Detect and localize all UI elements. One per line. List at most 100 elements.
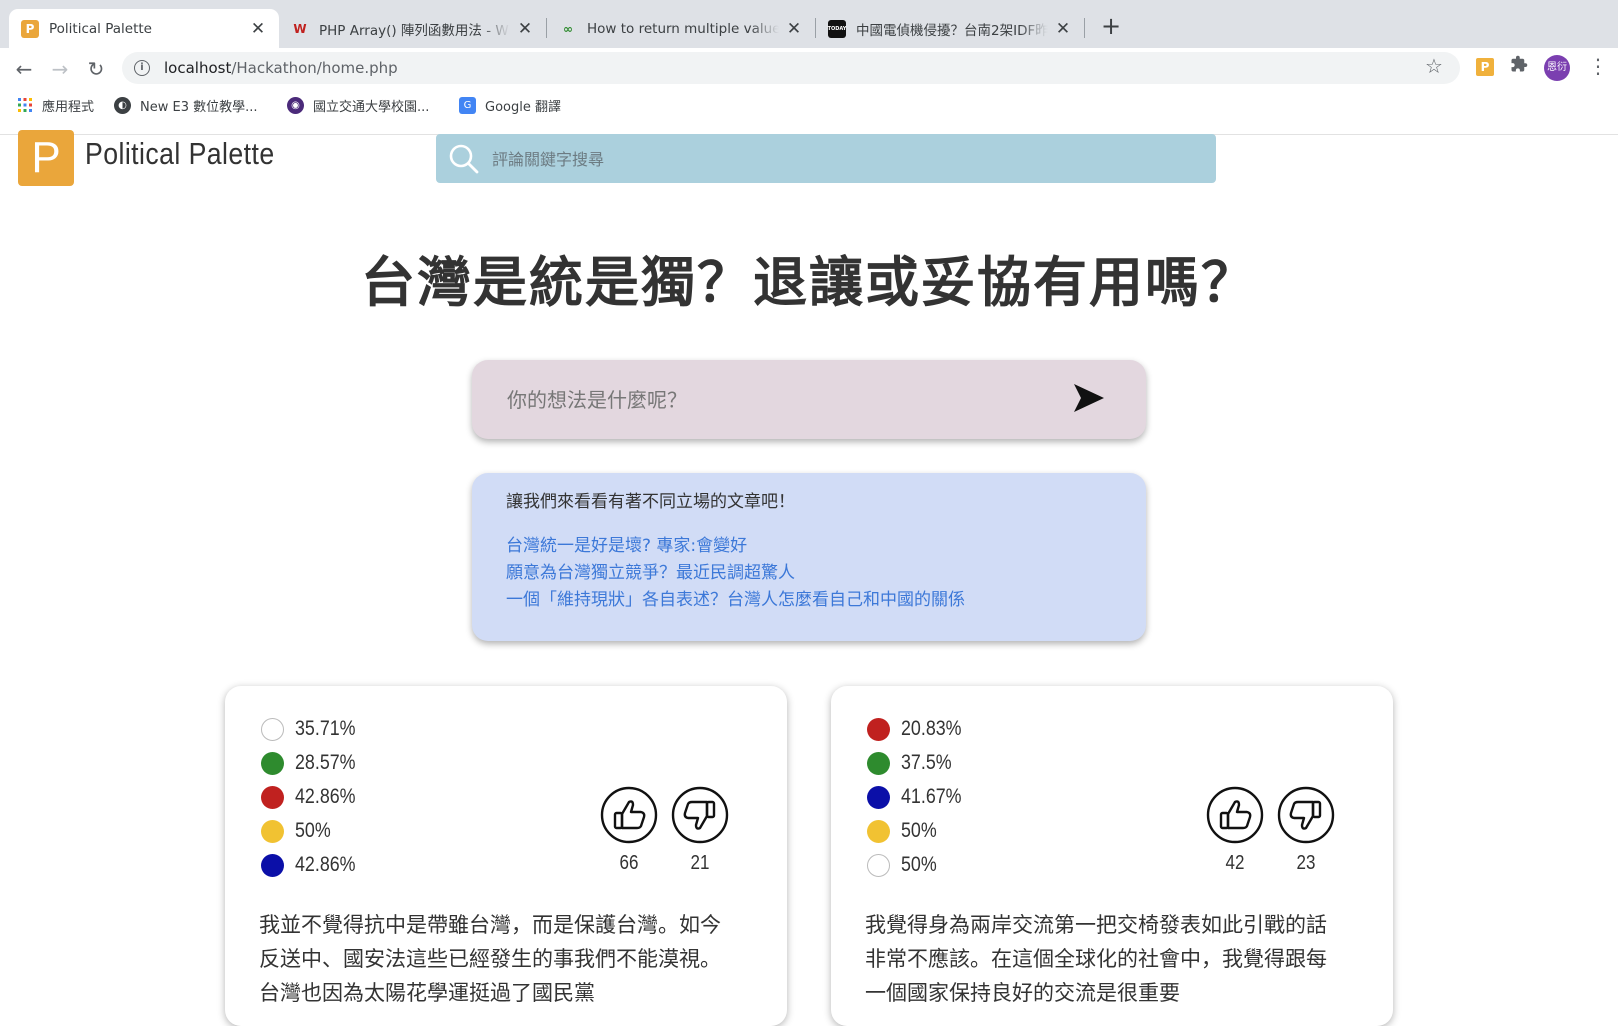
bookmark-label: Google 翻譯 — [485, 99, 561, 115]
new-tab-icon[interactable]: + — [1097, 12, 1125, 40]
stance-stat: 50% — [261, 814, 366, 848]
opinion-input[interactable] — [507, 382, 1047, 418]
bookmark-google-translate[interactable]: G Google 翻譯 — [459, 93, 561, 117]
university-logo-icon: ◉ — [287, 96, 304, 114]
opinion-box — [472, 360, 1146, 439]
stance-stat: 42.86% — [261, 848, 366, 882]
browser-menu-icon[interactable]: ⋮ — [1588, 54, 1608, 78]
stance-stat: 20.83% — [867, 712, 972, 746]
tab-return-multiple-values[interactable]: ∞ How to return multiple values from ✕ — [547, 9, 815, 48]
apps-grid-icon — [16, 97, 33, 114]
stance-percent: 50% — [901, 819, 937, 842]
tab-close-icon[interactable]: ✕ — [249, 19, 267, 39]
comment-text: 我覺得身為兩岸交流第一把交椅發表如此引戰的話非常不應該。在這個全球化的社會中，我… — [865, 913, 1327, 1005]
stance-stat: 37.5% — [867, 746, 972, 780]
tab-close-icon[interactable]: ✕ — [516, 19, 534, 39]
stance-stats: 35.71% 28.57% 42.86% 50% 42.86% — [261, 712, 366, 882]
bookmark-apps[interactable]: 應用程式 — [16, 93, 94, 117]
reload-icon[interactable]: ↻ — [82, 55, 110, 83]
site-info-icon[interactable]: i — [134, 60, 150, 76]
stance-percent: 50% — [295, 819, 331, 842]
send-icon[interactable] — [1068, 380, 1108, 416]
dislike-count: 21 — [690, 852, 710, 874]
search-input[interactable] — [492, 144, 1192, 174]
topic-title: 台灣是統是獨？退讓或妥協有用嗎？ — [361, 251, 1257, 314]
tab-title: How to return multiple values from — [587, 20, 779, 37]
link-favicon-icon: ∞ — [563, 21, 573, 36]
article-link[interactable]: 願意為台灣獨立競爭？最近民調超驚人 — [506, 560, 1112, 587]
article-link[interactable]: 一個「維持現狀」各自表述？台灣人怎麼看自己和中國的關係 — [506, 587, 1112, 614]
like-group: 66 — [600, 786, 658, 875]
political-palette-favicon-icon: P — [21, 19, 39, 38]
thumbs-up-icon[interactable] — [600, 786, 658, 844]
comment-card: 35.71% 28.57% 42.86% 50% 42.86% 66 21 我並… — [225, 686, 787, 1026]
articles-intro: 讓我們來看看有著不同立場的文章吧！ — [506, 492, 795, 512]
stance-percent: 41.67% — [901, 785, 962, 808]
comment-search-bar — [436, 134, 1216, 183]
like-group: 42 — [1206, 786, 1264, 875]
tab-separator — [1084, 18, 1085, 38]
bookmark-e3[interactable]: ◐ New E3 數位教學... — [114, 93, 258, 117]
thumbs-up-icon[interactable] — [1206, 786, 1264, 844]
stance-dot-icon — [261, 785, 284, 809]
extensions-puzzle-icon[interactable] — [1510, 55, 1528, 78]
stance-dot-icon — [261, 853, 284, 877]
tab-strip: P Political Palette ✕ W PHP Array() 陣列函數… — [0, 0, 1618, 48]
like-count: 42 — [1225, 852, 1245, 874]
stance-percent: 37.5% — [901, 751, 952, 774]
stance-stat: 50% — [867, 848, 972, 882]
stance-percent: 42.86% — [295, 785, 356, 808]
stance-dot-icon — [867, 853, 890, 877]
tab-title: Political Palette — [49, 20, 152, 37]
url-host: localhost — [164, 59, 232, 77]
stance-dot-icon — [867, 819, 890, 843]
stance-stats: 20.83% 37.5% 41.67% 50% 50% — [867, 712, 972, 882]
comment-card: 20.83% 37.5% 41.67% 50% 50% 42 23 我覺得身為兩… — [831, 686, 1393, 1026]
stance-dot-icon — [261, 751, 284, 775]
search-icon[interactable] — [448, 143, 480, 175]
political-palette-extension-icon[interactable]: P — [1476, 58, 1494, 76]
thumbs-down-icon[interactable] — [1277, 786, 1335, 844]
address-bar[interactable]: i localhost/Hackathon/home.php — [122, 52, 1460, 84]
dislike-group: 23 — [1277, 786, 1335, 875]
article-link[interactable]: 台灣統一是好是壞? 專家:會變好 — [506, 533, 1112, 560]
url-path: /Hackathon/home.php — [231, 59, 398, 77]
stance-stat: 42.86% — [261, 780, 366, 814]
stance-stat: 28.57% — [261, 746, 366, 780]
tab-title: 中國電偵機侵擾？台南2架IDF昨 — [856, 22, 1048, 39]
tab-close-icon[interactable]: ✕ — [1054, 19, 1072, 39]
like-count: 66 — [619, 852, 639, 874]
site-name[interactable]: Political Palette — [85, 136, 275, 172]
tab-news[interactable]: TODAY 中國電偵機侵擾？台南2架IDF昨 ✕ — [816, 9, 1084, 48]
site-logo[interactable]: P — [18, 130, 74, 186]
related-articles-panel: 讓我們來看看有著不同立場的文章吧！ 台灣統一是好是壞? 專家:會變好 願意為台灣… — [472, 473, 1146, 641]
bookmark-label: 應用程式 — [42, 99, 95, 115]
tab-title: PHP Array() 陣列函數用法 - Wibibi — [319, 22, 510, 39]
stance-percent: 42.86% — [295, 853, 356, 876]
google-translate-icon: G — [459, 96, 476, 114]
bookmark-star-icon[interactable]: ☆ — [1425, 54, 1443, 78]
tab-close-icon[interactable]: ✕ — [785, 19, 803, 39]
comment-text: 我並不覺得抗中是帶雖台灣，而是保護台灣。如今反送中、國安法這些已經發生的事我們不… — [259, 913, 721, 1005]
tab-php-array[interactable]: W PHP Array() 陣列函數用法 - Wibibi ✕ — [279, 9, 546, 48]
bookmark-label: New E3 數位教學... — [140, 99, 258, 115]
stance-dot-icon — [867, 751, 890, 775]
stance-stat: 50% — [867, 814, 972, 848]
stance-dot-icon — [261, 717, 284, 741]
back-icon[interactable]: ← — [10, 55, 38, 83]
tab-political-palette[interactable]: P Political Palette ✕ — [9, 9, 279, 48]
thumbs-down-icon[interactable] — [671, 786, 729, 844]
dislike-group: 21 — [671, 786, 729, 875]
bookmark-label: 國立交通大學校園... — [313, 99, 430, 115]
bookmark-nctu[interactable]: ◉ 國立交通大學校園... — [287, 93, 429, 117]
stance-percent: 35.71% — [295, 717, 356, 740]
profile-avatar[interactable]: 恩衍 — [1544, 55, 1570, 81]
stance-stat: 41.67% — [867, 780, 972, 814]
forward-icon[interactable]: → — [46, 55, 74, 83]
stance-dot-icon — [867, 717, 890, 741]
stance-dot-icon — [867, 785, 890, 809]
dislike-count: 23 — [1296, 852, 1316, 874]
stance-percent: 28.57% — [295, 751, 356, 774]
today-favicon-icon: TODAY — [828, 19, 846, 38]
stance-percent: 50% — [901, 853, 937, 876]
